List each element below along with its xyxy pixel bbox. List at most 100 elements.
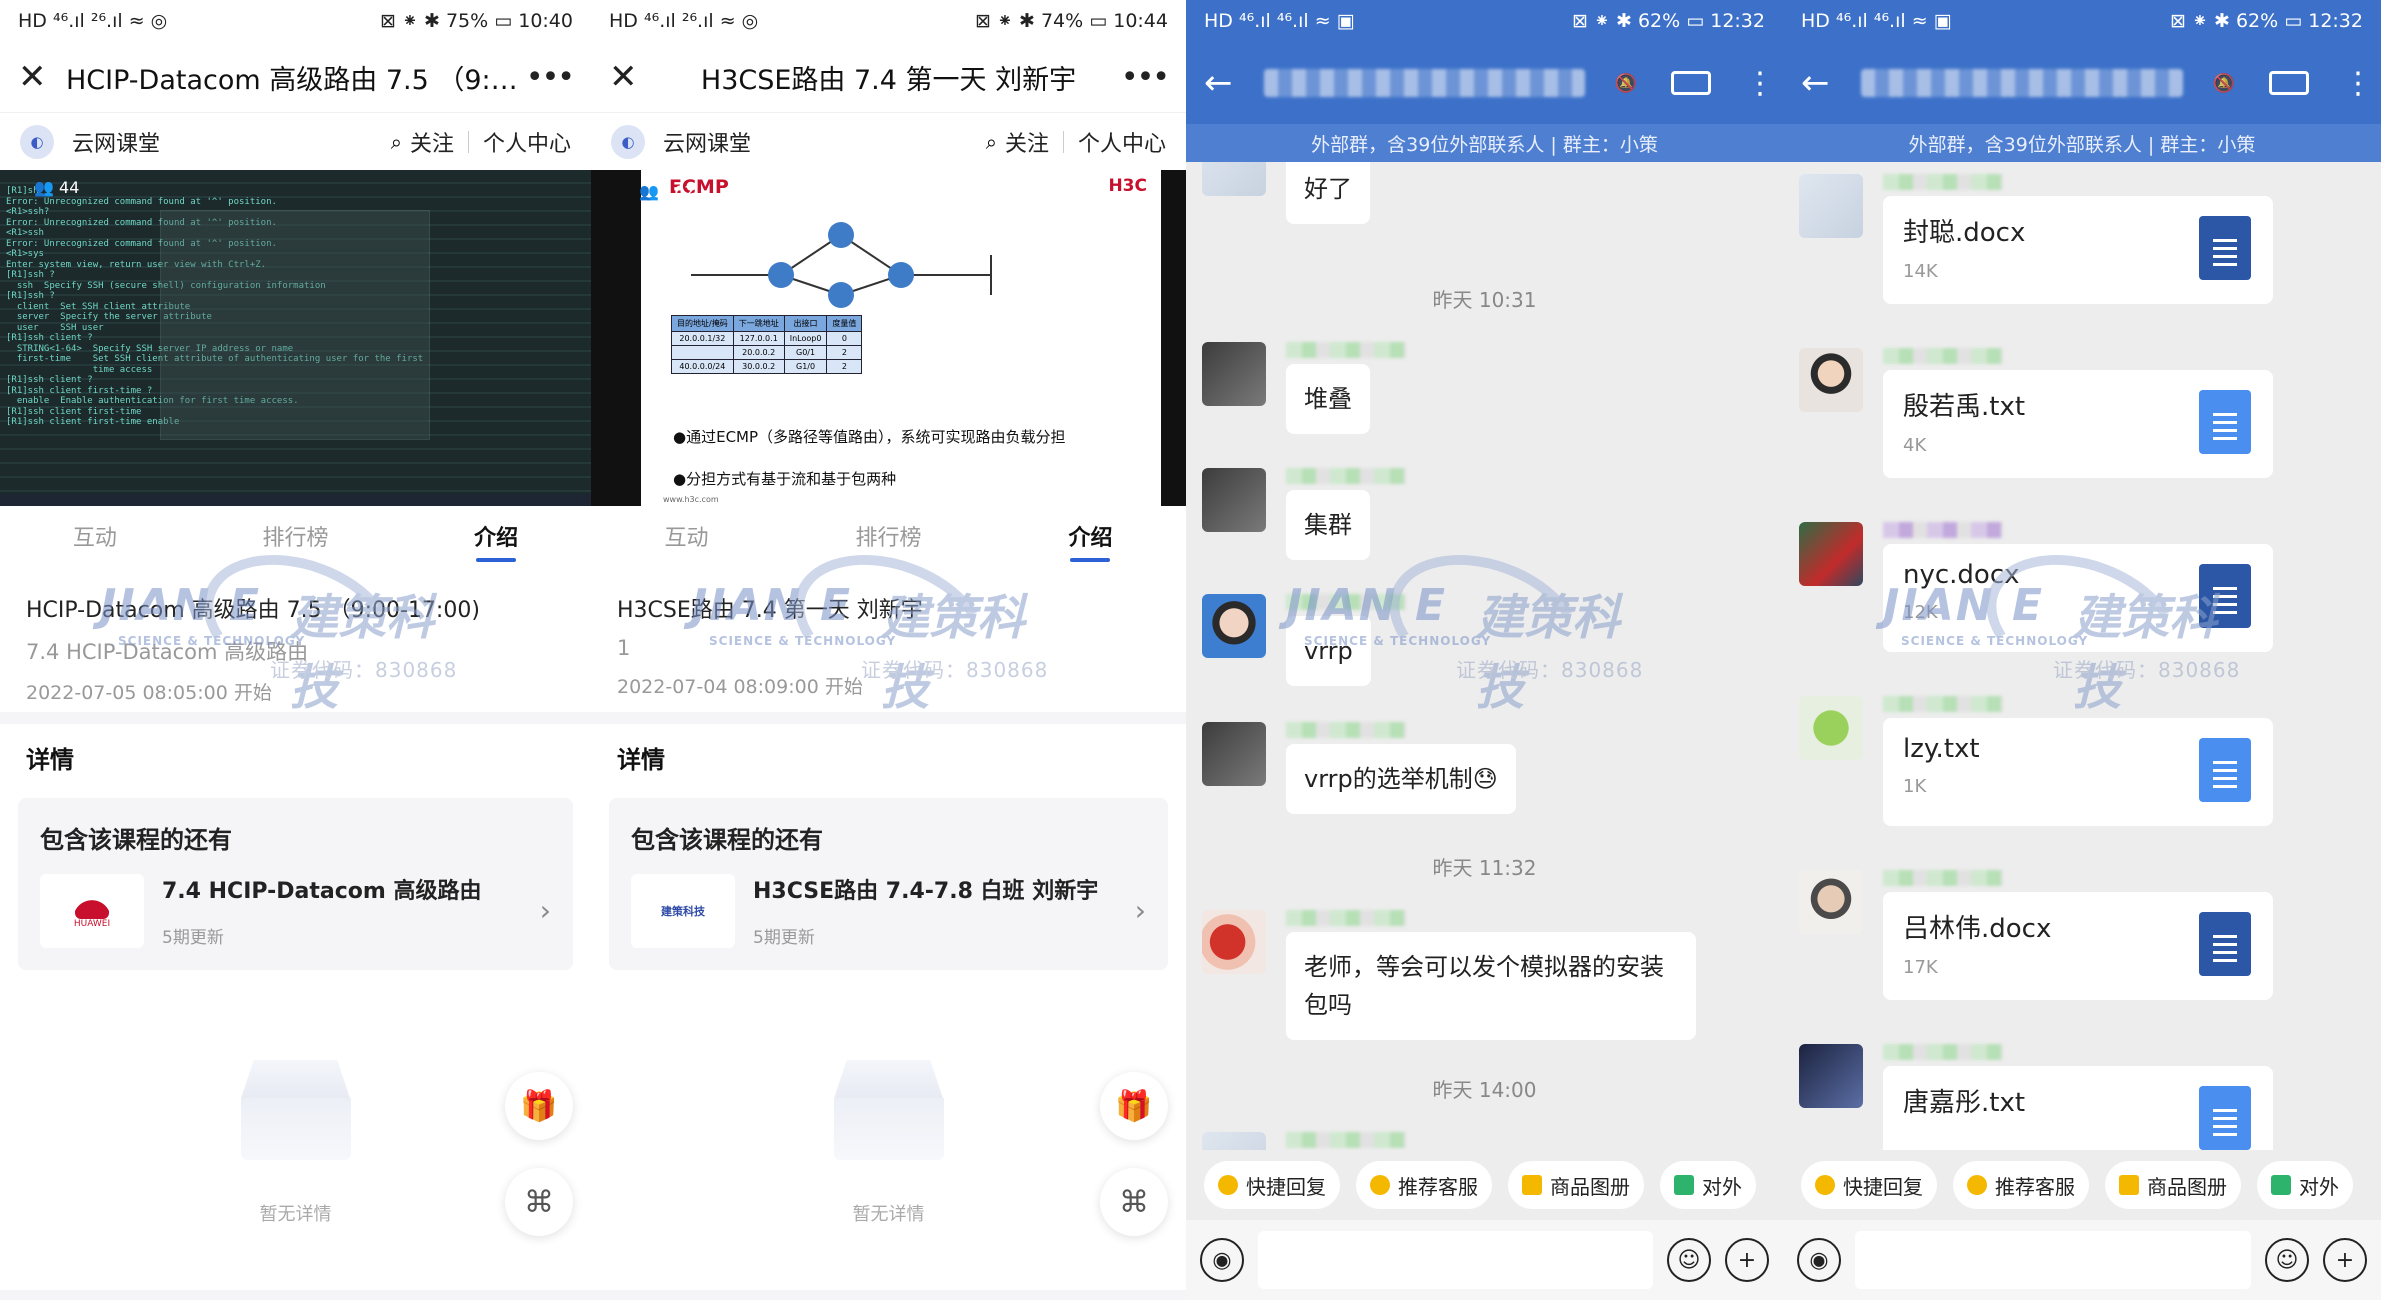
tab-ranking[interactable]: 排行榜 bbox=[262, 520, 328, 558]
avatar[interactable] bbox=[1202, 594, 1266, 658]
course-header: ✕ HCIP-Datacom 高级路由 7.5 （9:0... ••• bbox=[0, 42, 591, 112]
related-course-item[interactable]: HUAWEI 7.4 HCIP-Datacom 高级路由 5期更新 › bbox=[40, 873, 551, 948]
close-icon[interactable]: ✕ bbox=[18, 57, 66, 97]
course-page-h3cse: HD ⁴⁶.ıl ²⁶.ıl ≈ ◎ ⊠ ⁕ ✱ 74% ▭ 10:44 ✕ H… bbox=[591, 0, 1186, 1300]
avatar[interactable] bbox=[1799, 174, 1863, 238]
personal-center-link[interactable]: 个人中心 bbox=[483, 126, 571, 158]
status-left: HD ⁴⁶.ıl ⁴⁶.ıl ≈ ▣ bbox=[1204, 10, 1355, 32]
close-icon[interactable]: ✕ bbox=[609, 57, 657, 97]
quick-reply-icon bbox=[1218, 1175, 1238, 1195]
personal-center-link[interactable]: 个人中心 bbox=[1078, 126, 1166, 158]
more-icon[interactable]: ••• bbox=[1120, 60, 1170, 95]
external-button[interactable]: 对外 bbox=[2257, 1161, 2353, 1209]
avatar[interactable] bbox=[1799, 1044, 1863, 1108]
avatar[interactable] bbox=[1202, 162, 1266, 196]
status-bar: HD ⁴⁶.ıl ⁴⁶.ıl ≈ ▣ ⊠ ⁕ ✱ 62% ▭ 12:32 bbox=[1783, 0, 2381, 42]
message-bubble[interactable]: 好了 bbox=[1286, 162, 1370, 224]
avatar[interactable] bbox=[1799, 696, 1863, 760]
video-frame-slide: ECMP H3C 目的地址/掩码 下一跳地址 出接口 度量值 20.0.0.1/32 1… bbox=[641, 170, 1161, 506]
message-input[interactable] bbox=[1855, 1231, 2251, 1289]
video-call-icon[interactable] bbox=[2269, 71, 2309, 95]
quick-reply-button[interactable]: 快捷回复 bbox=[1204, 1161, 1340, 1209]
recommend-service-button[interactable]: 推荐客服 bbox=[1356, 1161, 1492, 1209]
sender-name-blurred bbox=[1883, 696, 2003, 712]
quick-reply-button[interactable]: 快捷回复 bbox=[1801, 1161, 1937, 1209]
avatar[interactable] bbox=[1202, 722, 1266, 786]
group-info-banner[interactable]: 外部群，含39位外部联系人 | 群主：小策 bbox=[1783, 124, 2381, 162]
channel-bar: ◐ 云网课堂 ⌕ 关注 个人中心 bbox=[0, 112, 591, 170]
video-player[interactable]: ECMP H3C 目的地址/掩码 下一跳地址 出接口 度量值 20.0.0.1/32 1… bbox=[591, 170, 1186, 506]
avatar[interactable] bbox=[1799, 348, 1863, 412]
related-course-card: 包含该课程的还有 建策科技 H3CSE路由 7.4-7.8 白班 刘新宇 5期更… bbox=[609, 798, 1168, 970]
emoji-icon[interactable]: ☺ bbox=[1667, 1238, 1711, 1282]
avatar[interactable] bbox=[1202, 910, 1266, 974]
follow-button[interactable]: 关注 bbox=[1005, 126, 1049, 158]
gift-icon[interactable]: 🎁 bbox=[1100, 1072, 1168, 1140]
emoji-icon[interactable]: ☺ bbox=[2265, 1238, 2309, 1282]
back-arrow-icon[interactable]: ← bbox=[1801, 63, 1861, 103]
more-icon[interactable]: ••• bbox=[525, 60, 575, 95]
message-bubble[interactable]: vrrp的选举机制😓 bbox=[1286, 744, 1516, 814]
recommend-service-label: 推荐客服 bbox=[1995, 1174, 2075, 1199]
avatar[interactable] bbox=[1202, 342, 1266, 406]
file-card[interactable]: lzy.txt 1K bbox=[1883, 718, 2273, 826]
channel-logo-icon: ◐ bbox=[20, 124, 54, 159]
message-input[interactable] bbox=[1258, 1231, 1653, 1289]
search-icon[interactable]: ⌕ bbox=[986, 130, 997, 154]
external-button[interactable]: 对外 bbox=[1660, 1161, 1756, 1209]
message-list[interactable]: 好了 昨天 10:31 堆叠 集群 vrrp vrrp的选举机制😓 昨天 11:… bbox=[1186, 162, 1783, 1300]
channel-name[interactable]: 云网课堂 bbox=[72, 126, 391, 158]
search-icon[interactable]: ⌕ bbox=[391, 130, 402, 154]
file-card[interactable]: nyc.docx 12K bbox=[1883, 544, 2273, 652]
file-card[interactable]: 吕林伟.docx 17K bbox=[1883, 892, 2273, 1000]
avatar[interactable] bbox=[1202, 468, 1266, 532]
sender-name-blurred bbox=[1286, 468, 1406, 484]
more-vertical-icon[interactable]: ⋮ bbox=[1745, 66, 1775, 101]
quick-action-bar: 快捷回复 推荐客服 商品图册 对外 bbox=[1783, 1150, 2381, 1220]
plus-icon[interactable]: + bbox=[2323, 1238, 2367, 1282]
channel-name[interactable]: 云网课堂 bbox=[663, 126, 986, 158]
voice-icon[interactable]: ◉ bbox=[1200, 1238, 1244, 1282]
quick-reply-icon bbox=[1815, 1175, 1835, 1195]
message-list[interactable]: 封聪.docx 14K 殷若禹.txt 4K nyc.docx 12K lzy.… bbox=[1783, 162, 2381, 1300]
file-card[interactable]: 殷若禹.txt 4K bbox=[1883, 370, 2273, 478]
tab-intro[interactable]: 介绍 bbox=[474, 520, 518, 558]
product-album-button[interactable]: 商品图册 bbox=[2105, 1161, 2241, 1209]
related-course-item[interactable]: 建策科技 H3CSE路由 7.4-7.8 白班 刘新宇 5期更新 › bbox=[631, 873, 1146, 948]
external-label: 对外 bbox=[2299, 1174, 2339, 1199]
more-vertical-icon[interactable]: ⋮ bbox=[2343, 66, 2373, 101]
avatar[interactable] bbox=[1799, 522, 1863, 586]
video-call-icon[interactable] bbox=[1671, 71, 1711, 95]
video-player[interactable]: [R1]sh Error: Unrecognized command found… bbox=[0, 170, 591, 506]
tab-ranking[interactable]: 排行榜 bbox=[855, 520, 921, 558]
message-bubble[interactable]: 老师，等会可以发个模拟器的安装包吗 bbox=[1286, 932, 1696, 1040]
grid-icon[interactable]: ⌘ bbox=[1100, 1168, 1168, 1236]
grid-icon[interactable]: ⌘ bbox=[505, 1168, 573, 1236]
slide-topology-diagram bbox=[691, 222, 992, 308]
docx-file-icon bbox=[2199, 564, 2251, 628]
chat-header: ← 🔕 ⋮ bbox=[1186, 42, 1783, 124]
sender-name-blurred bbox=[1883, 522, 2003, 538]
message-bubble[interactable]: 堆叠 bbox=[1286, 364, 1370, 434]
group-info-banner[interactable]: 外部群，含39位外部联系人 | 群主：小策 bbox=[1186, 124, 1783, 162]
plus-icon[interactable]: + bbox=[1725, 1238, 1769, 1282]
recommend-service-label: 推荐客服 bbox=[1398, 1174, 1478, 1199]
product-album-button[interactable]: 商品图册 bbox=[1508, 1161, 1644, 1209]
message-bubble[interactable]: 集群 bbox=[1286, 490, 1370, 560]
message-bubble[interactable]: vrrp bbox=[1286, 616, 1371, 686]
file-card[interactable]: 封聪.docx 14K bbox=[1883, 196, 2273, 304]
follow-button[interactable]: 关注 bbox=[410, 126, 454, 158]
back-arrow-icon[interactable]: ← bbox=[1204, 63, 1264, 103]
gift-icon[interactable]: 🎁 bbox=[505, 1072, 573, 1140]
voice-icon[interactable]: ◉ bbox=[1797, 1238, 1841, 1282]
detail-heading: 详情 bbox=[591, 724, 1186, 790]
avatar[interactable] bbox=[1799, 870, 1863, 934]
tab-interact[interactable]: 互动 bbox=[664, 520, 708, 558]
empty-box-icon bbox=[833, 1060, 944, 1160]
chat-page-files: HD ⁴⁶.ıl ⁴⁶.ıl ≈ ▣ ⊠ ⁕ ✱ 62% ▭ 12:32 ← 🔕… bbox=[1783, 0, 2381, 1300]
course-title: H3CSE路由 7.4 第一天 刘新宇 bbox=[617, 598, 923, 623]
course-thumbnail: 建策科技 bbox=[631, 873, 735, 948]
tab-intro[interactable]: 介绍 bbox=[1068, 520, 1112, 558]
recommend-service-button[interactable]: 推荐客服 bbox=[1953, 1161, 2089, 1209]
tab-interact[interactable]: 互动 bbox=[73, 520, 117, 558]
